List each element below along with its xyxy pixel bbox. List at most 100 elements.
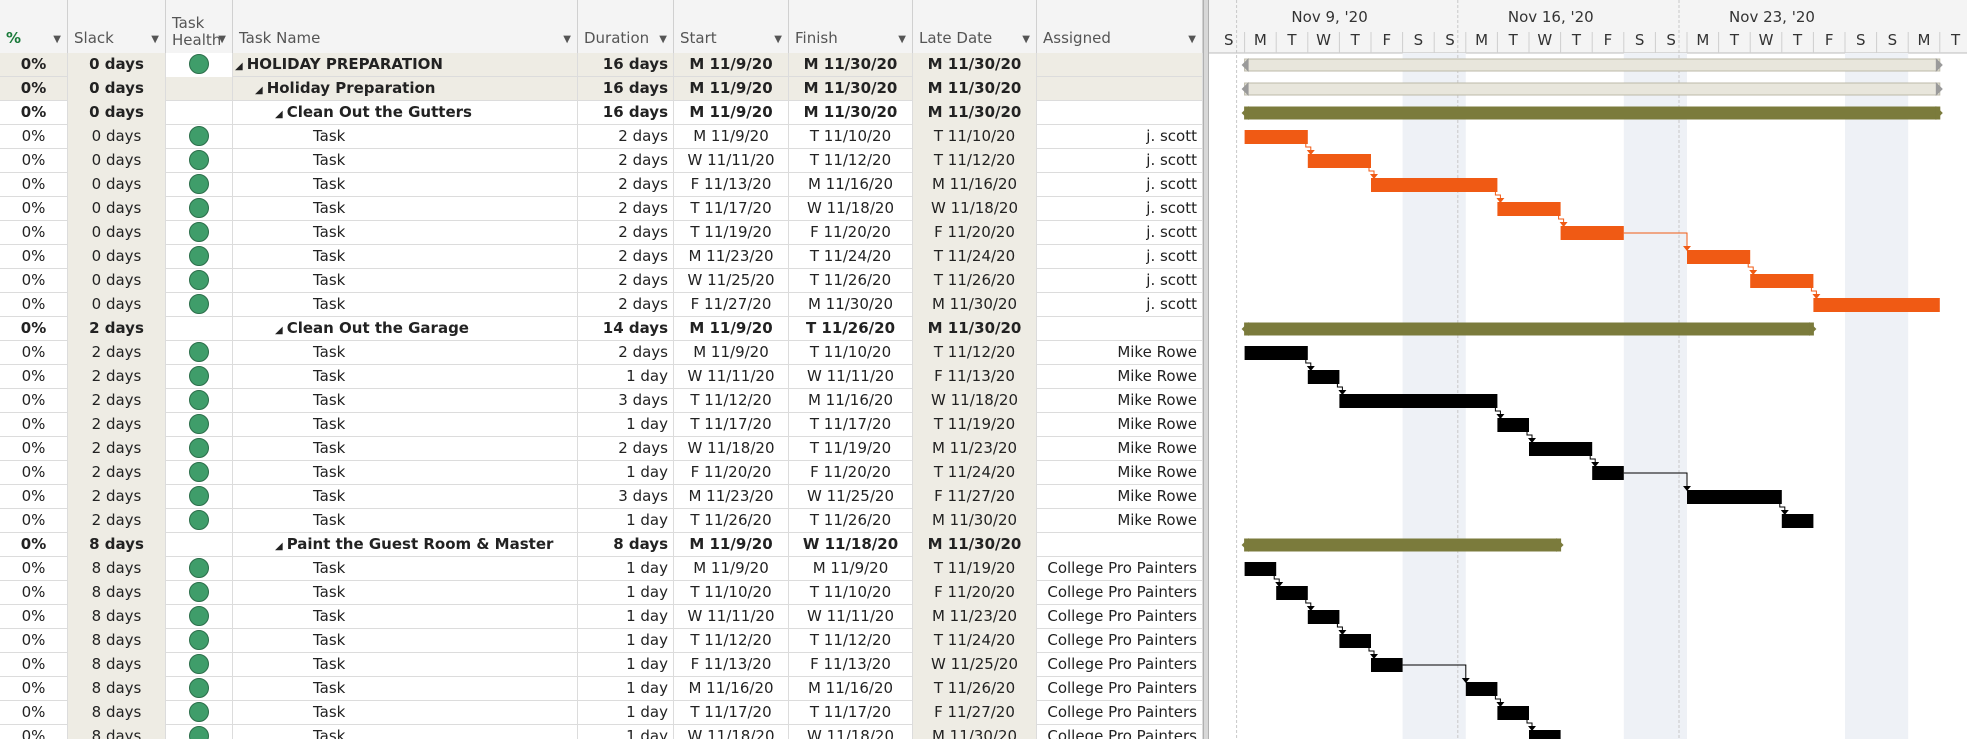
cell-duration[interactable]: 1 day [578,413,674,437]
task-bar[interactable] [1497,418,1529,432]
cell-pct[interactable]: 0% [0,341,68,365]
cell-duration[interactable]: 2 days [578,197,674,221]
cell-late[interactable]: W 11/18/20 [913,389,1037,413]
cell-assigned[interactable]: College Pro Painters [1037,677,1203,701]
cell-slack[interactable]: 2 days [68,413,166,437]
cell-finish[interactable]: T 11/10/20 [789,125,913,149]
cell-slack[interactable]: 8 days [68,653,166,677]
column-header-finish[interactable]: Finish ▼ [789,0,913,53]
cell-slack[interactable]: 8 days [68,629,166,653]
filter-dropdown-icon[interactable]: ▼ [218,34,226,45]
cell-assigned[interactable]: j. scott [1037,149,1203,173]
task-bar[interactable] [1244,346,1308,360]
cell-health[interactable] [166,389,233,413]
cell-finish[interactable]: M 11/30/20 [789,101,913,125]
cell-slack[interactable]: 2 days [68,461,166,485]
cell-health[interactable] [166,485,233,509]
cell-name[interactable]: Task [233,653,578,677]
cell-health[interactable] [166,677,233,701]
table-row[interactable]: 0% 8 days Task 1 day W 11/18/20 W 11/18/20 M 1… [0,725,1203,739]
cell-health[interactable] [166,101,233,125]
cell-health[interactable] [166,629,233,653]
cell-assigned[interactable]: College Pro Painters [1037,629,1203,653]
cell-pct[interactable]: 0% [0,293,68,317]
cell-pct[interactable]: 0% [0,125,68,149]
column-header-name[interactable]: Task Name ▼ [233,0,578,53]
cell-duration[interactable]: 1 day [578,605,674,629]
cell-slack[interactable]: 2 days [68,365,166,389]
cell-duration[interactable]: 1 day [578,557,674,581]
table-row[interactable]: 0% 0 days ◢ Holiday Preparation 16 days M 11/… [0,77,1203,101]
cell-name[interactable]: Task [233,461,578,485]
cell-duration[interactable]: 2 days [578,173,674,197]
cell-name[interactable]: Task [233,581,578,605]
cell-duration[interactable]: 14 days [578,317,674,341]
cell-pct[interactable]: 0% [0,269,68,293]
column-header-duration[interactable]: Duration ▼ [578,0,674,53]
cell-slack[interactable]: 2 days [68,317,166,341]
cell-start[interactable]: T 11/26/20 [674,509,789,533]
cell-slack[interactable]: 2 days [68,341,166,365]
task-bar[interactable] [1687,250,1751,264]
filter-dropdown-icon[interactable]: ▼ [898,34,906,45]
cell-start[interactable]: M 11/9/20 [674,341,789,365]
cell-late[interactable]: M 11/23/20 [913,605,1037,629]
cell-slack[interactable]: 0 days [68,101,166,125]
cell-name[interactable]: Task [233,365,578,389]
cell-finish[interactable]: W 11/25/20 [789,485,913,509]
cell-finish[interactable]: F 11/20/20 [789,461,913,485]
cell-assigned[interactable] [1037,101,1203,125]
cell-duration[interactable]: 2 days [578,149,674,173]
cell-start[interactable]: F 11/13/20 [674,173,789,197]
table-row[interactable]: 0% 8 days ◢ Paint the Guest Room & Master 8 … [0,533,1203,557]
task-bar[interactable] [1307,370,1340,384]
table-row[interactable]: 0% 0 days Task 2 days W 11/25/20 T 11/26/20 T … [0,269,1203,293]
cell-late[interactable]: M 11/30/20 [913,101,1037,125]
cell-name[interactable]: Task [233,269,578,293]
cell-start[interactable]: W 11/11/20 [674,605,789,629]
filter-dropdown-icon[interactable]: ▼ [1188,34,1196,45]
summary-bar[interactable] [1244,58,1941,72]
cell-assigned[interactable] [1037,77,1203,101]
cell-late[interactable]: T 11/26/20 [913,269,1037,293]
table-row[interactable]: 0% 8 days Task 1 day F 11/13/20 F 11/13/20 W 1… [0,653,1203,677]
table-row[interactable]: 0% 8 days Task 1 day M 11/9/20 M 11/9/20 T 11/… [0,557,1203,581]
cell-slack[interactable]: 8 days [68,581,166,605]
cell-slack[interactable]: 0 days [68,293,166,317]
cell-name[interactable]: Task [233,605,578,629]
table-row[interactable]: 0% 0 days ◢ Clean Out the Gutters 16 days M 1… [0,101,1203,125]
cell-duration[interactable]: 16 days [578,53,674,77]
cell-duration[interactable]: 1 day [578,653,674,677]
cell-health[interactable] [166,293,233,317]
cell-finish[interactable]: M 11/30/20 [789,77,913,101]
cell-assigned[interactable]: College Pro Painters [1037,581,1203,605]
cell-late[interactable]: F 11/27/20 [913,701,1037,725]
cell-pct[interactable]: 0% [0,365,68,389]
cell-assigned[interactable]: Mike Rowe [1037,437,1203,461]
table-row[interactable]: 0% 2 days Task 1 day T 11/17/20 T 11/17/20 T 1… [0,413,1203,437]
cell-health[interactable] [166,413,233,437]
cell-name[interactable]: Task [233,293,578,317]
cell-name[interactable]: ◢ Paint the Guest Room & Master [233,533,578,557]
cell-pct[interactable]: 0% [0,389,68,413]
cell-name[interactable]: ◢ Holiday Preparation [233,77,578,101]
cell-late[interactable]: T 11/19/20 [913,413,1037,437]
task-bar[interactable] [1687,490,1782,504]
cell-health[interactable] [166,77,233,101]
cell-start[interactable]: M 11/9/20 [674,77,789,101]
cell-late[interactable]: T 11/10/20 [913,125,1037,149]
cell-pct[interactable]: 0% [0,437,68,461]
cell-assigned[interactable]: j. scott [1037,245,1203,269]
cell-assigned[interactable]: j. scott [1037,293,1203,317]
cell-assigned[interactable]: College Pro Painters [1037,557,1203,581]
task-bar[interactable] [1529,442,1593,456]
cell-start[interactable]: M 11/16/20 [674,677,789,701]
cell-finish[interactable]: W 11/18/20 [789,533,913,557]
cell-duration[interactable]: 1 day [578,725,674,739]
cell-assigned[interactable]: College Pro Painters [1037,653,1203,677]
cell-late[interactable]: M 11/30/20 [913,77,1037,101]
cell-name[interactable]: ◢ Clean Out the Gutters [233,101,578,125]
cell-finish[interactable]: M 11/16/20 [789,389,913,413]
cell-name[interactable]: Task [233,341,578,365]
column-header-late[interactable]: Late Date ▼ [913,0,1037,53]
